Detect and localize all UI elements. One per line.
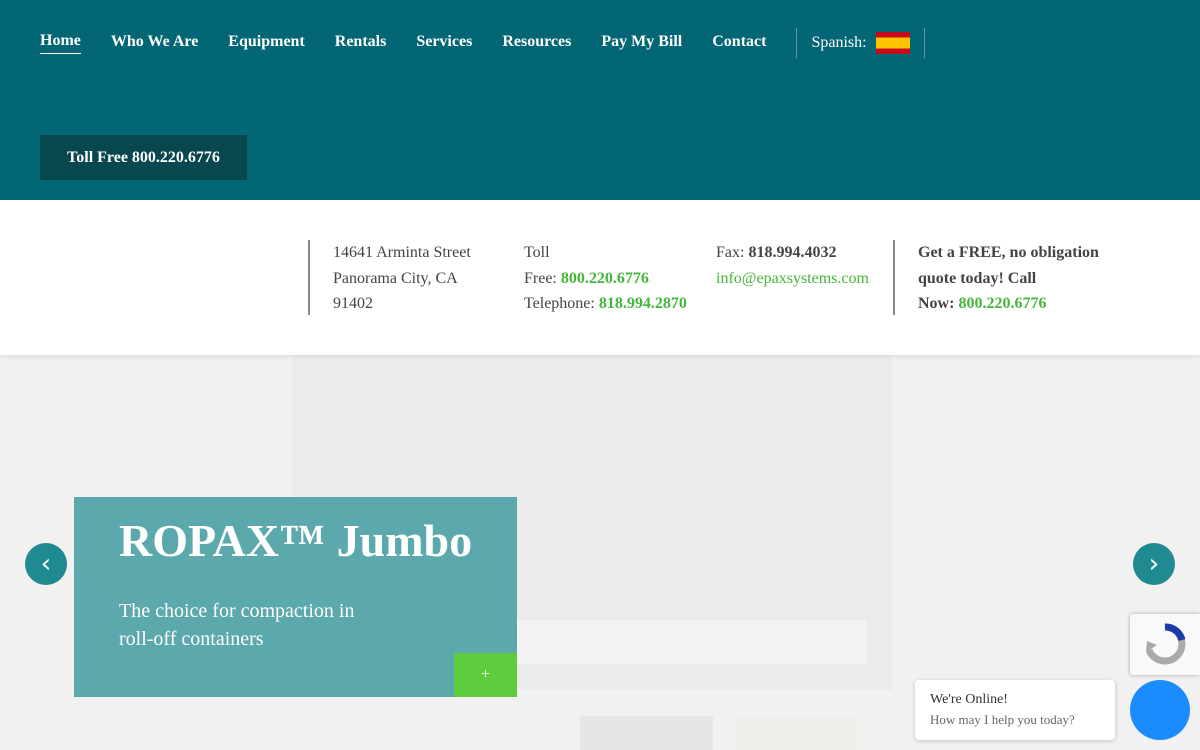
telephone-number-link[interactable]: 818.994.2870 (599, 295, 687, 312)
divider-line (893, 240, 895, 315)
contact-info-bar: 14641 Arminta Street Panorama City, CA 9… (0, 200, 1200, 355)
nav-pay-my-bill[interactable]: Pay My Bill (601, 33, 682, 54)
quote-block: Get a FREE, no obligation quote today! C… (918, 240, 1099, 317)
toll-number-link[interactable]: 800.220.6776 (561, 270, 649, 287)
slider-next-button[interactable]: › (1133, 543, 1175, 585)
nav-resources[interactable]: Resources (502, 33, 571, 54)
chat-title: We're Online! (930, 692, 1008, 707)
slide-subtitle: The choice for compaction in roll-off co… (119, 600, 355, 650)
site-header: Home Who We Are Equipment Rentals Servic… (0, 0, 1200, 200)
nav-who-we-are[interactable]: Who We Are (111, 33, 198, 54)
address-block: 14641 Arminta Street Panorama City, CA 9… (333, 240, 471, 317)
quote-now-label: Now: (918, 295, 955, 312)
main-nav: Home Who We Are Equipment Rentals Servic… (40, 28, 925, 58)
divider-line (308, 240, 310, 315)
telephone-label: Telephone: (524, 295, 595, 312)
chat-subtitle: How may I help you today? (930, 712, 1075, 727)
nav-services[interactable]: Services (416, 33, 472, 54)
fax-email-block: Fax: 818.994.4032 info@epaxsystems.com (716, 240, 869, 291)
quote-number-link[interactable]: 800.220.6776 (958, 295, 1046, 312)
nav-contact[interactable]: Contact (712, 33, 766, 54)
background-overlay-button (580, 716, 713, 750)
spain-flag-icon[interactable] (875, 32, 910, 54)
nav-home[interactable]: Home (40, 32, 81, 54)
fax-label: Fax: (716, 244, 745, 261)
email-link[interactable]: info@epaxsystems.com (716, 266, 869, 292)
phone-block: Toll Free: 800.220.6776 Telephone: 818.9… (524, 240, 687, 317)
language-switcher[interactable]: Spanish: (797, 32, 923, 54)
chat-bubble[interactable]: We're Online! How may I help you today? (915, 680, 1115, 740)
nav-equipment[interactable]: Equipment (228, 33, 304, 54)
slide-more-button[interactable]: + (454, 653, 517, 697)
address-line: 91402 (333, 295, 373, 312)
free-label: Free: (524, 269, 557, 287)
background-overlay-button (730, 716, 863, 750)
chat-launcher-button[interactable] (1130, 680, 1190, 740)
toll-label: Toll (524, 244, 550, 261)
address-line: Panorama City, CA (333, 269, 458, 287)
recaptcha-icon (1145, 623, 1186, 665)
slider-prev-button[interactable]: ‹ (25, 543, 67, 585)
toll-free-button[interactable]: Toll Free 800.220.6776 (40, 135, 247, 180)
quote-text: quote today! Call (918, 269, 1037, 287)
language-label: Spanish: (811, 34, 867, 51)
nav-divider (923, 28, 925, 58)
quote-text: Get a FREE, no obligation (918, 244, 1099, 261)
slide-caption: ROPAX™ Jumbo The choice for compaction i… (74, 497, 517, 697)
nav-rentals[interactable]: Rentals (335, 33, 387, 54)
slide-title: ROPAX™ Jumbo (119, 515, 473, 566)
recaptcha-badge[interactable] (1130, 614, 1200, 675)
fax-number: 818.994.4032 (748, 244, 837, 261)
address-line: 14641 Arminta Street (333, 244, 471, 261)
